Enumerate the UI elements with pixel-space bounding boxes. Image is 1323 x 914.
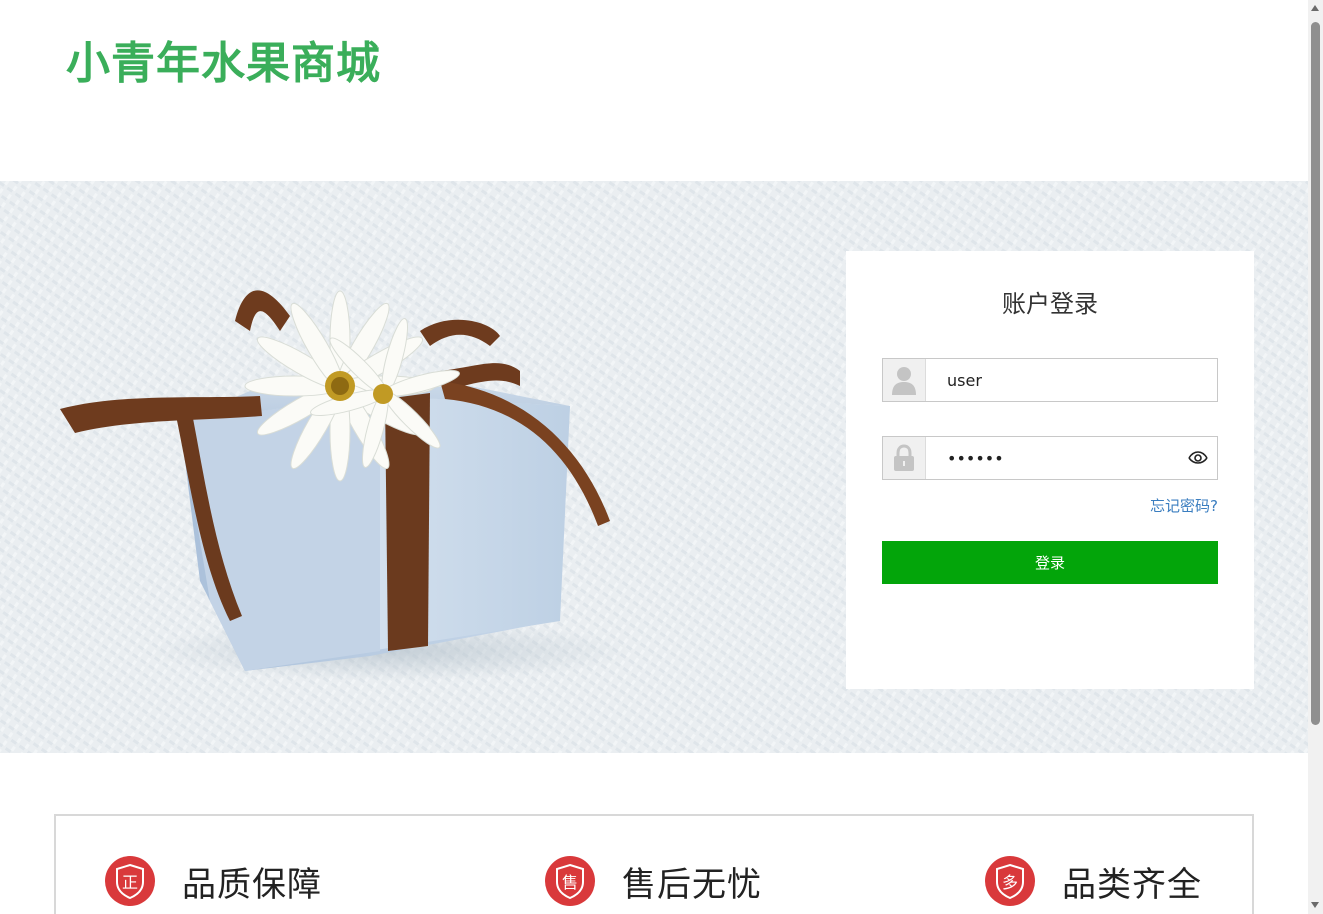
user-icon (883, 359, 926, 401)
feature-variety: 多 品类齐全 (984, 854, 1202, 908)
forgot-password-link[interactable]: 忘记密码? (1150, 495, 1218, 516)
svg-text:多: 多 (1002, 873, 1018, 892)
password-field (882, 436, 1218, 480)
svg-text:售: 售 (562, 873, 578, 892)
login-title: 账户登录 (1002, 290, 1098, 318)
lock-icon (883, 437, 926, 479)
scroll-up-arrow-icon[interactable] (1311, 5, 1319, 11)
feature-quality: 正 品质保障 (104, 854, 322, 908)
feature-after-sales: 售 售后无忧 (544, 854, 762, 908)
variety-badge-icon: 多 (985, 856, 1035, 906)
scrollbar-thumb[interactable] (1311, 22, 1320, 725)
feature-after-sales-label: 售后无忧 (622, 864, 762, 905)
feature-quality-label: 品质保障 (182, 864, 322, 905)
eye-icon[interactable] (1187, 448, 1209, 468)
username-field (882, 358, 1218, 402)
login-button[interactable]: 登录 (882, 541, 1218, 584)
site-header: 小青年水果商城 (0, 0, 1308, 181)
login-panel: 账户登录 user 忘记密码? 登录 (846, 251, 1254, 689)
page-scrollbar[interactable] (1308, 0, 1323, 914)
after-sales-badge-icon: 售 (545, 856, 595, 906)
password-input[interactable] (927, 437, 1187, 479)
quality-badge-icon: 正 (105, 856, 155, 906)
hero-banner: 账户登录 user 忘记密码? 登录 (0, 181, 1308, 753)
feature-variety-label: 品类齐全 (1062, 864, 1202, 905)
svg-text:正: 正 (122, 873, 138, 892)
features-strip: 正 品质保障 售 售后无忧 多 品类齐全 (54, 814, 1254, 914)
site-logo[interactable]: 小青年水果商城 (66, 36, 381, 92)
username-input[interactable] (927, 359, 1187, 401)
scroll-down-arrow-icon[interactable] (1311, 902, 1319, 908)
